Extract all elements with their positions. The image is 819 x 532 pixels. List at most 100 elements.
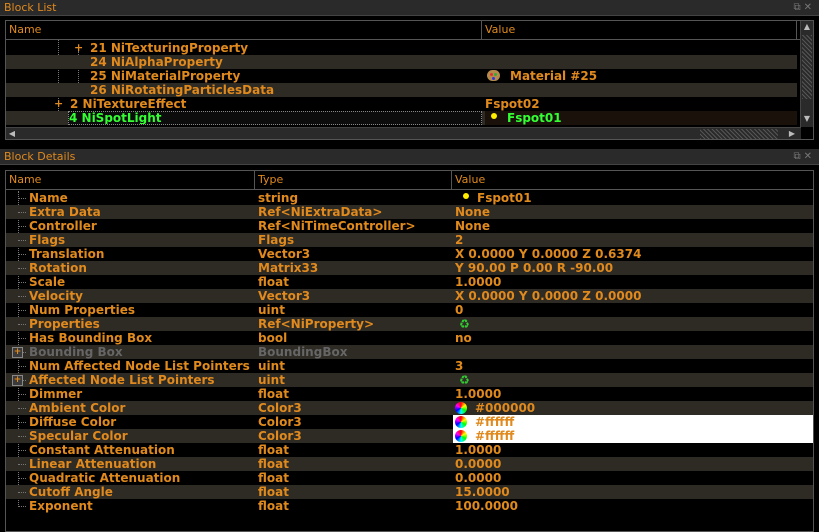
column-header-value[interactable]: Value [452,171,813,189]
detail-value[interactable]: 1.0000 [453,443,813,457]
detail-type: float [258,457,289,471]
detail-value[interactable]: Y 90.00 P 0.00 R -90.00 [453,261,813,275]
float-icon[interactable]: ⧉ [793,2,803,13]
detail-name: Has Bounding Box [29,331,153,345]
dock-buttons[interactable]: ⧉✕ [793,0,815,16]
column-header-name[interactable]: Name [6,21,482,39]
tree-item-name[interactable]: 2 NiTextureEffect [70,97,476,111]
detail-type: Ref<NiProperty> [258,317,375,331]
detail-row[interactable]: Rotation Matrix33 Y 90.00 P 0.00 R -90.00 [6,261,813,275]
detail-value[interactable]: None [453,219,813,233]
detail-value[interactable]: #000000 [453,401,813,415]
column-header-name[interactable]: Name [6,171,255,189]
detail-row[interactable]: Quadratic Attenuation float 0.0000 [6,471,813,485]
close-icon[interactable]: ✕ [804,151,815,162]
tree-guide [18,478,26,479]
detail-row[interactable]: + Affected Node List Pointers uint ♻ [6,373,813,387]
tree-item-name[interactable]: 25 NiMaterialProperty [90,69,476,83]
detail-row[interactable]: Constant Attenuation float 1.0000 [6,443,813,457]
expand-icon[interactable]: + [12,347,23,358]
detail-row[interactable]: + Bounding Box BoundingBox [6,345,813,359]
detail-value[interactable]: X 0.0000 Y 0.0000 Z 0.6374 [453,247,813,261]
detail-row[interactable]: Num Affected Node List Pointers uint 3 [6,359,813,373]
scroll-thumb[interactable] [700,129,778,139]
tree-item-value: Fspot01 [485,111,797,125]
detail-value[interactable] [453,345,813,359]
detail-value[interactable]: 1.0000 [453,387,813,401]
block-list-hscrollbar[interactable]: ◀ ▶ [6,127,801,139]
tree-item-name[interactable]: 26 NiRotatingParticlesData [90,83,476,97]
scroll-up-icon[interactable]: ▲ [801,21,813,33]
detail-type: float [258,443,289,457]
detail-row[interactable]: Name string Fspot01 [6,191,813,205]
tree-item-name[interactable]: 24 NiAlphaProperty [90,55,476,69]
dock-buttons[interactable]: ⧉✕ [793,149,815,165]
detail-row[interactable]: Specular Color Color3 #ffffff [6,429,813,443]
tree-guide [18,282,26,283]
float-icon[interactable]: ⧉ [793,151,803,162]
tree-row[interactable]: 4 NiSpotLight Fspot01 [6,111,797,125]
tree-row[interactable]: +2 NiTextureEffect Fspot02 [6,97,797,111]
expand-icon[interactable]: + [12,375,23,386]
detail-value[interactable]: #ffffff [453,429,813,443]
detail-value[interactable]: ♻ [453,317,813,331]
tree-item-name[interactable]: 4 NiSpotLight [68,111,482,125]
tree-guide [18,310,26,311]
detail-value[interactable]: 15.0000 [453,485,813,499]
tree-row[interactable]: +21 NiTexturingProperty [6,41,797,55]
detail-value[interactable]: 0.0000 [453,471,813,485]
detail-value[interactable]: 0 [453,303,813,317]
detail-value[interactable]: X 0.0000 Y 0.0000 Z 0.0000 [453,289,813,303]
detail-row[interactable]: Dimmer float 1.0000 [6,387,813,401]
detail-row[interactable]: Cutoff Angle float 15.0000 [6,485,813,499]
detail-row[interactable]: Properties Ref<NiProperty> ♻ [6,317,813,331]
tree-item-value [485,55,797,69]
detail-value[interactable]: no [453,331,813,345]
detail-type: Flags [258,233,295,247]
detail-value[interactable]: 3 [453,359,813,373]
detail-value[interactable]: Fspot01 [453,191,813,205]
detail-row[interactable]: Controller Ref<NiTimeController> None [6,219,813,233]
detail-value[interactable]: ♻ [453,373,813,387]
tree-row[interactable]: 26 NiRotatingParticlesData [6,83,797,97]
scroll-thumb[interactable] [802,35,812,99]
value-text: 15.0000 [455,485,510,499]
detail-value[interactable]: None [453,205,813,219]
detail-value[interactable]: 2 [453,233,813,247]
scroll-down-icon[interactable]: ▼ [801,113,813,125]
detail-row[interactable]: Num Properties uint 0 [6,303,813,317]
expand-icon[interactable]: + [74,41,83,55]
detail-value[interactable]: 0.0000 [453,457,813,471]
detail-row[interactable]: Diffuse Color Color3 #ffffff [6,415,813,429]
expand-icon[interactable]: + [54,97,63,111]
detail-row[interactable]: Has Bounding Box bool no [6,331,813,345]
detail-row[interactable]: Exponent float 100.0000 [6,499,813,513]
column-header-value[interactable]: Value [482,21,797,39]
detail-name: Ambient Color [29,401,126,415]
detail-row[interactable]: Ambient Color Color3 #000000 [6,401,813,415]
close-icon[interactable]: ✕ [804,2,815,13]
detail-row[interactable]: Scale float 1.0000 [6,275,813,289]
detail-type: uint [258,373,285,387]
tree-item-name[interactable]: 21 NiTexturingProperty [90,41,476,55]
value-text: X 0.0000 Y 0.0000 Z 0.6374 [455,247,642,261]
detail-row[interactable]: Velocity Vector3 X 0.0000 Y 0.0000 Z 0.000… [6,289,813,303]
detail-row[interactable]: Translation Vector3 X 0.0000 Y 0.0000 Z 0.… [6,247,813,261]
detail-type: float [258,499,289,513]
recycle-icon[interactable]: ♻ [459,318,470,330]
tree-row[interactable]: 24 NiAlphaProperty [6,55,797,69]
detail-value[interactable]: #ffffff [453,415,813,429]
detail-row[interactable]: Flags Flags 2 [6,233,813,247]
scroll-left-icon[interactable]: ◀ [6,128,18,139]
detail-row[interactable]: Linear Attenuation float 0.0000 [6,457,813,471]
block-list-tree[interactable]: Name Value +21 NiTexturingProperty 24 NiA… [5,20,814,140]
block-details-tree[interactable]: Name Type Value Name string Fspot01 Extra D… [5,170,814,532]
detail-value[interactable]: 100.0000 [453,499,813,513]
detail-row[interactable]: Extra Data Ref<NiExtraData> None [6,205,813,219]
tree-row[interactable]: 25 NiMaterialProperty Material #25 [6,69,797,83]
detail-value[interactable]: 1.0000 [453,275,813,289]
recycle-icon[interactable]: ♻ [459,374,470,386]
column-header-type[interactable]: Type [255,171,452,189]
block-list-vscrollbar[interactable]: ▲ ▼ [800,21,813,127]
scroll-right-icon[interactable]: ▶ [786,128,798,139]
